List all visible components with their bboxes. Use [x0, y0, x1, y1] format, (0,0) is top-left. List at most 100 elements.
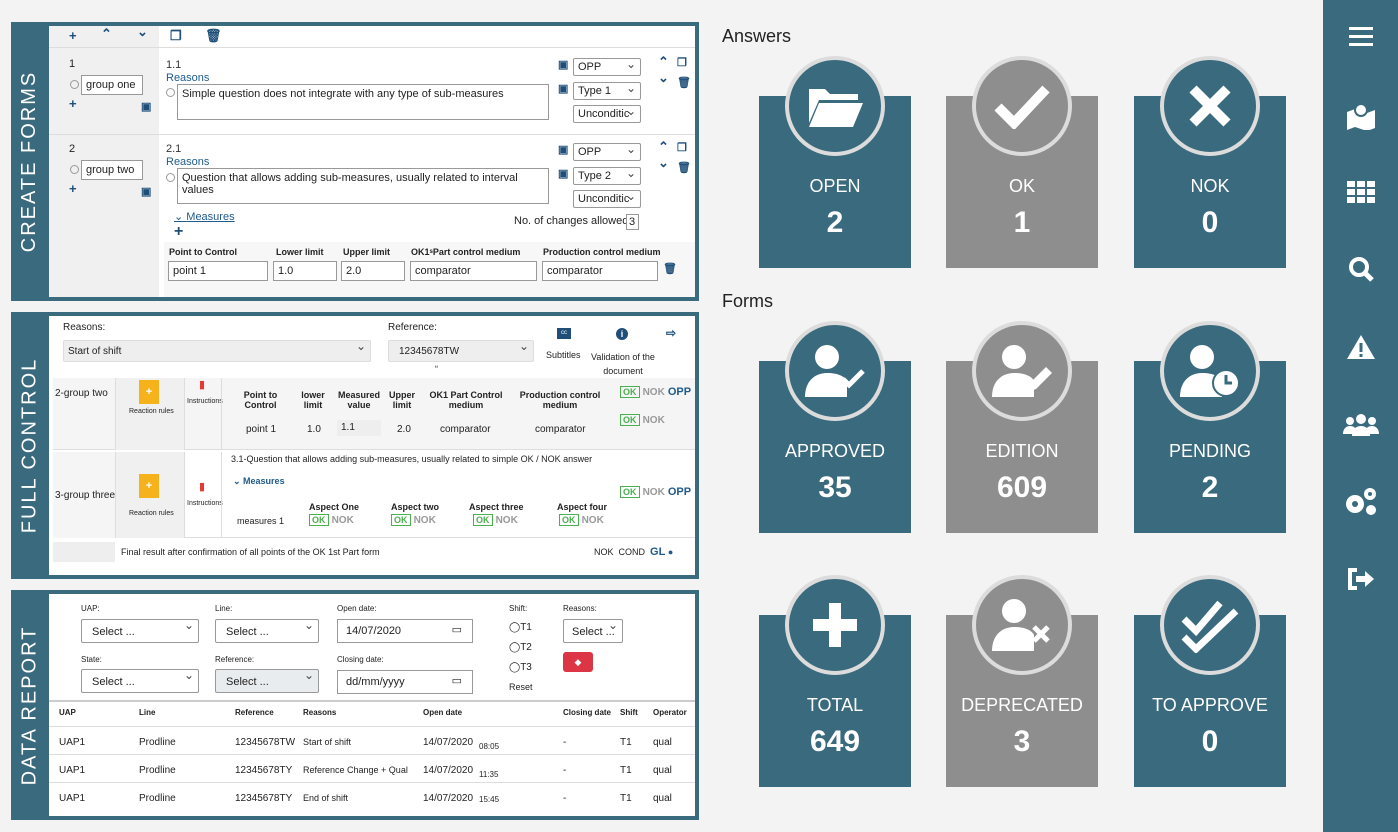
- settings-icon[interactable]: [1323, 483, 1398, 519]
- chevron-down-icon[interactable]: ⌄: [658, 155, 669, 171]
- point-input[interactable]: point 1: [168, 261, 268, 281]
- warning-icon[interactable]: [1323, 329, 1398, 365]
- nok-button[interactable]: NOK: [643, 387, 665, 398]
- calendar-icon[interactable]: ▭: [452, 674, 462, 687]
- export-icon[interactable]: ⇨: [666, 326, 676, 340]
- reaction-rules-icon[interactable]: +: [139, 474, 159, 498]
- subtitles-icon[interactable]: cc: [557, 328, 571, 339]
- open-date-input[interactable]: 14/07/2020 ▭: [337, 619, 473, 643]
- comment-icon[interactable]: ●: [668, 547, 673, 557]
- group-name-input[interactable]: group two: [81, 160, 143, 180]
- measured-input[interactable]: 1.1: [337, 420, 381, 436]
- measures-link[interactable]: ⌄ Measures: [174, 210, 235, 223]
- nok-button[interactable]: NOK: [643, 487, 665, 498]
- ok-button[interactable]: OK: [473, 514, 493, 526]
- radio-button[interactable]: [70, 80, 79, 89]
- group-name-input[interactable]: group one: [81, 75, 143, 95]
- copy-icon[interactable]: ❐: [677, 141, 687, 154]
- ok-button[interactable]: OK: [559, 514, 579, 526]
- ok-button[interactable]: OK: [620, 486, 640, 498]
- trash-icon[interactable]: 🗑: [677, 76, 691, 89]
- upper-input[interactable]: 2.0: [341, 261, 405, 281]
- pdf-icon[interactable]: ▮: [199, 378, 205, 391]
- ok1-input[interactable]: comparator: [410, 261, 537, 281]
- type-select[interactable]: Type 1: [573, 81, 641, 100]
- condition-select[interactable]: Unconditic: [573, 189, 641, 208]
- users-icon[interactable]: [1323, 406, 1398, 442]
- ok-button[interactable]: OK: [309, 514, 329, 526]
- table-row[interactable]: UAP1 Prodline 12345678TW Start of shift …: [49, 726, 695, 754]
- search-icon[interactable]: [1323, 251, 1398, 287]
- reasons-link[interactable]: Reasons: [166, 72, 209, 84]
- card-edition[interactable]: EDITION 609: [946, 321, 1098, 533]
- opp-button[interactable]: OPP: [668, 386, 691, 398]
- map-icon[interactable]: [1323, 98, 1398, 134]
- chevron-down-icon[interactable]: ⌄: [137, 26, 148, 40]
- table-row[interactable]: UAP1 Prodline 12345678TY End of shift 14…: [49, 782, 695, 810]
- radio-button[interactable]: [70, 165, 79, 174]
- lower-input[interactable]: 1.0: [273, 261, 337, 281]
- reasons-select[interactable]: Start of shift: [63, 339, 371, 362]
- card-total[interactable]: TOTAL 649: [759, 575, 911, 787]
- question-textarea[interactable]: Simple question does not integrate with …: [177, 84, 549, 120]
- nok-button[interactable]: NOK: [582, 515, 604, 526]
- type-select[interactable]: OPP: [573, 142, 641, 161]
- line-select[interactable]: Select ...: [215, 618, 319, 643]
- add-icon[interactable]: +: [69, 96, 77, 111]
- condition-select[interactable]: Unconditic: [573, 104, 641, 123]
- nok-button[interactable]: NOK: [643, 415, 665, 426]
- ok-button[interactable]: OK: [620, 386, 640, 398]
- card-approved[interactable]: APPROVED 35: [759, 321, 911, 533]
- type-select[interactable]: OPP: [573, 57, 641, 76]
- final-cond[interactable]: COND: [619, 547, 646, 557]
- ok-button[interactable]: OK: [391, 514, 411, 526]
- card-open[interactable]: OPEN 2: [759, 56, 911, 268]
- reset-label[interactable]: Reset: [509, 682, 533, 692]
- nok-button[interactable]: NOK: [332, 515, 354, 526]
- final-nok[interactable]: NOK: [594, 547, 614, 557]
- reasons-select[interactable]: Select ...: [563, 618, 623, 643]
- shift-t3-radio[interactable]: ◯T3: [509, 662, 532, 673]
- file-icon[interactable]: ▣: [558, 58, 568, 71]
- card-to-approve[interactable]: TO APPROVE 0: [1134, 575, 1286, 787]
- logout-icon[interactable]: [1323, 561, 1398, 597]
- file-icon[interactable]: ▣: [558, 143, 568, 156]
- add-measure-icon[interactable]: +: [174, 223, 183, 241]
- opp-button[interactable]: OPP: [668, 486, 691, 498]
- chevron-up-icon[interactable]: ⌃: [658, 139, 669, 155]
- card-pending[interactable]: PENDING 2: [1134, 321, 1286, 533]
- add-icon[interactable]: +: [69, 28, 77, 43]
- calendar-icon[interactable]: ▭: [452, 623, 462, 636]
- add-icon[interactable]: +: [69, 181, 77, 196]
- ok-button[interactable]: OK: [620, 414, 640, 426]
- card-nok[interactable]: NOK 0: [1134, 56, 1286, 268]
- reasons-link[interactable]: Reasons: [166, 156, 209, 168]
- trash-icon[interactable]: 🗑: [677, 161, 691, 174]
- info-icon[interactable]: i: [616, 328, 628, 340]
- card-ok[interactable]: OK 1: [946, 56, 1098, 268]
- reference-select[interactable]: Select ...: [215, 668, 319, 693]
- trash-icon[interactable]: 🗑: [663, 262, 677, 275]
- copy-icon[interactable]: ❐: [677, 56, 687, 69]
- radio-button[interactable]: [166, 88, 175, 97]
- shift-t2-radio[interactable]: ◯T2: [509, 642, 532, 653]
- shift-t1-radio[interactable]: ◯T1: [509, 622, 532, 633]
- final-gl[interactable]: GL: [650, 546, 665, 558]
- reference-select[interactable]: 12345678TW: [388, 339, 534, 362]
- file-icon[interactable]: ▣: [141, 185, 151, 198]
- file-icon[interactable]: ▣: [141, 100, 151, 113]
- grid-icon[interactable]: [1323, 174, 1398, 210]
- chevron-down-icon[interactable]: ⌄: [658, 70, 669, 86]
- chevron-up-icon[interactable]: ⌃: [658, 54, 669, 70]
- file-icon[interactable]: ▣: [558, 82, 568, 95]
- eraser-button[interactable]: ◆: [563, 652, 593, 672]
- state-select[interactable]: Select ...: [81, 668, 199, 693]
- closing-date-input[interactable]: dd/mm/yyyy ▭: [337, 670, 473, 694]
- reaction-rules-icon[interactable]: +: [139, 380, 159, 404]
- radio-button[interactable]: [166, 173, 175, 182]
- menu-icon[interactable]: [1323, 18, 1398, 54]
- trash-icon[interactable]: 🗑: [205, 28, 222, 44]
- nok-button[interactable]: NOK: [496, 515, 518, 526]
- file-icon[interactable]: ▣: [558, 167, 568, 180]
- production-input[interactable]: comparator: [542, 261, 658, 281]
